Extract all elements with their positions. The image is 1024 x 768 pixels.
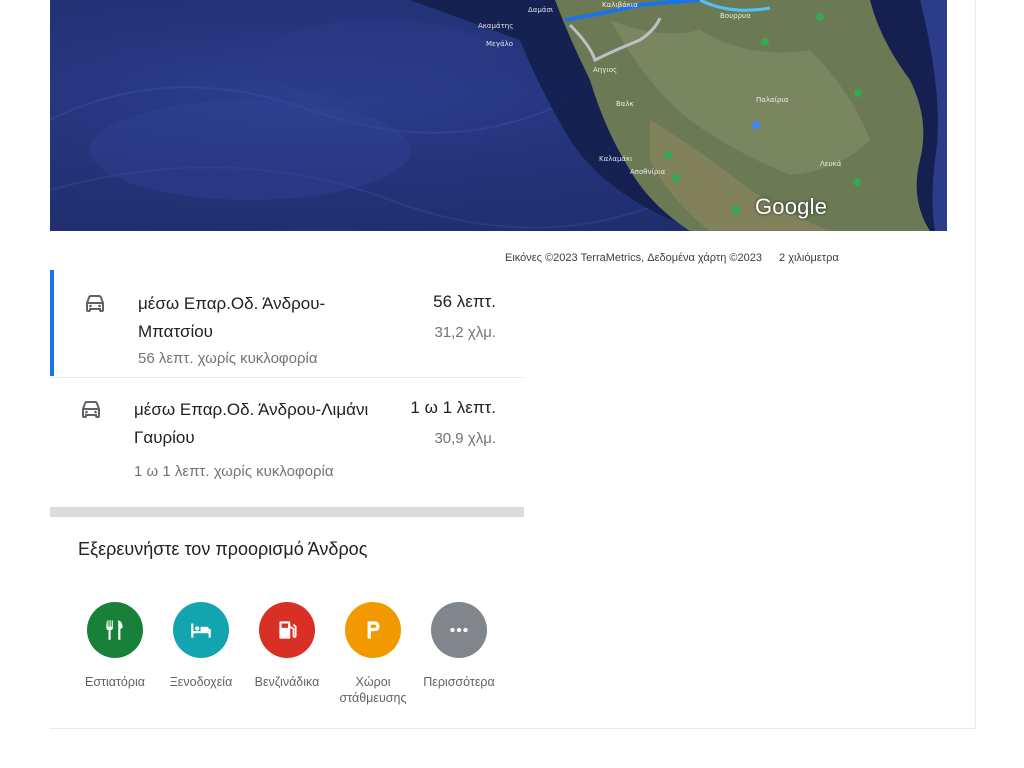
imagery-credit[interactable]: Εικόνες ©2023 TerraMetrics, Δεδομένα χάρ… (505, 252, 762, 264)
map-place-label: Βαλκ (616, 100, 634, 108)
hotel-icon[interactable] (173, 602, 229, 658)
section-divider (50, 507, 524, 517)
map-place-label: Αποθνίρια (630, 168, 666, 176)
restaurant-icon[interactable] (87, 602, 143, 658)
map-place-label: Λευκά (820, 160, 842, 168)
explore-title: Εξερευνήστε τον προορισμό Άνδρος (78, 539, 368, 559)
map-attribution: Εικόνες ©2023 TerraMetrics, Δεδομένα χάρ… (505, 252, 839, 264)
route-duration: 1 ω 1 λεπτ. (410, 398, 496, 417)
category-restaurants[interactable]: Εστιατόρια (70, 602, 160, 690)
gas-station-icon[interactable] (259, 602, 315, 658)
map-place-label: Καλιβάκια (602, 1, 638, 9)
category-parking[interactable]: Χώροι στάθμευσης (328, 602, 418, 706)
map-place-label: Παλαίρια (756, 96, 789, 104)
route-traffic-note: 1 ω 1 λεπτ. χωρίς κυκλοφορία (134, 463, 334, 480)
more-icon[interactable] (431, 602, 487, 658)
google-logo: Google (755, 194, 828, 219)
category-hotels[interactable]: Ξενοδοχεία (156, 602, 246, 690)
map-place-label: Καλαμάκι (599, 155, 633, 163)
map-place-label: Μεγάλο (486, 40, 514, 48)
route-traffic-note: 56 λεπτ. χωρίς κυκλοφορία (138, 350, 318, 367)
route-option-2[interactable]: μέσω Επαρ.Οδ. Άνδρου-Λιμάνι Γαυρίου 1 ω … (50, 377, 524, 507)
map-place-label: Αηγιος (593, 66, 618, 74)
car-icon (82, 401, 100, 418)
route-distance: 31,2 χλμ. (434, 324, 496, 341)
map-scale[interactable]: 2 χιλιόμετρα (779, 252, 839, 264)
map-place-label: Δαμάσι (528, 6, 554, 14)
route-name: μέσω Επαρ.Οδ. Άνδρου-Μπατσίου (138, 294, 326, 341)
map-place-label: Βουρρυα (720, 12, 751, 20)
category-label: Ξενοδοχεία (169, 675, 233, 689)
satellite-map[interactable]: Ακαμάτης Μεγάλο Δαμάσι Καλιβάκια Βουρρυα… (50, 0, 947, 231)
route-distance: 30,9 χλμ. (434, 430, 496, 447)
car-icon (86, 295, 104, 312)
route-name: μέσω Επαρ.Οδ. Άνδρου-Λιμάνι Γαυρίου (134, 400, 369, 447)
route-list: μέσω Επαρ.Οδ. Άνδρου-Μπατσίου 56 λεπτ. 3… (50, 270, 524, 510)
category-label: Εστιατόρια (85, 675, 145, 689)
route-duration: 56 λεπτ. (433, 292, 496, 311)
category-gas-stations[interactable]: Βενζινάδικα (242, 602, 332, 690)
route-option-1[interactable]: μέσω Επαρ.Οδ. Άνδρου-Μπατσίου 56 λεπτ. 3… (50, 270, 524, 376)
category-label: Περισσότερα (423, 675, 495, 689)
map-place-label: Ακαμάτης (478, 22, 514, 30)
category-label: Βενζινάδικα (254, 675, 320, 689)
category-more[interactable]: Περισσότερα (414, 602, 504, 690)
parking-icon[interactable] (345, 602, 401, 658)
category-label: Χώροι στάθμευσης (339, 675, 407, 705)
